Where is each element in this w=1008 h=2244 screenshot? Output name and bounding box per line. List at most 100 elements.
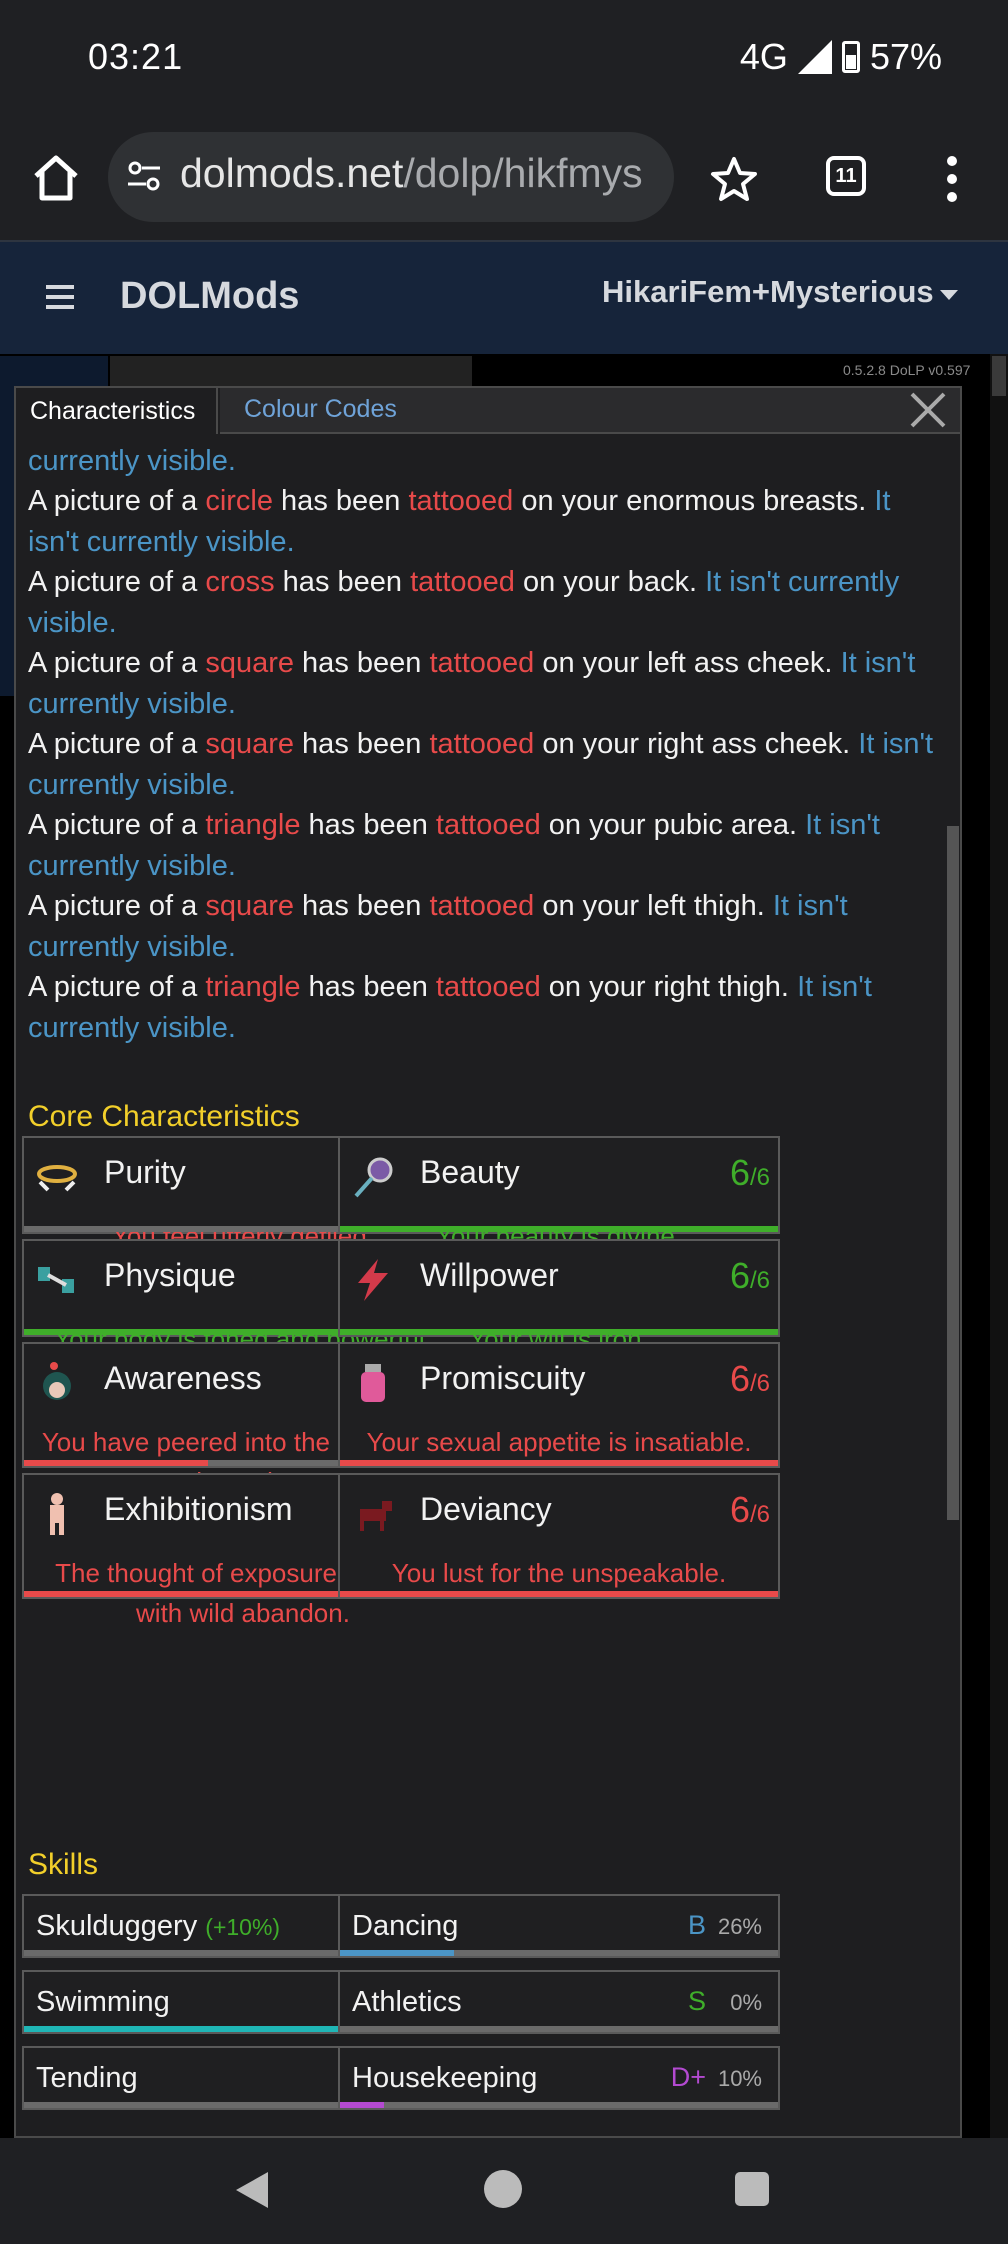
tab-colour-codes[interactable]: Colour Codes: [220, 388, 960, 434]
page-scrollbar-thumb[interactable]: [992, 356, 1006, 396]
tattoo-pre: A picture of a: [28, 566, 206, 598]
tattoo-mid1: has been: [300, 809, 436, 841]
characteristic-name: Promiscuity: [420, 1360, 586, 1396]
tattoo-shape: cross: [205, 566, 275, 598]
girl-portrait-icon: [34, 1360, 80, 1406]
hand-mirror-icon: [350, 1154, 396, 1200]
characteristic-card: Deviancy 6/6 You lust for the unspeakable.: [338, 1473, 780, 1599]
skill-name-wrap: Skulduggery (+10%): [36, 1910, 280, 1943]
battery-icon: [841, 41, 860, 73]
tattoo-mid1: has been: [300, 971, 436, 1003]
more-vert-icon[interactable]: [946, 155, 958, 203]
chevron-down-icon[interactable]: [940, 290, 958, 300]
characteristic-name: Exhibitionism: [104, 1491, 293, 1527]
tattoo-line: A picture of a cross has been tattooed o…: [28, 562, 946, 643]
skill-progress-percent: 26%: [717, 1914, 762, 1939]
tattoo-mid2: on your left thigh.: [534, 890, 773, 922]
hamburger-menu-icon[interactable]: [46, 284, 74, 310]
page-scrollbar[interactable]: [990, 354, 1008, 2138]
characteristic-max: /6: [749, 1267, 770, 1294]
characteristic-level: 6: [729, 1489, 750, 1530]
characteristic-description: You lust for the unspeakable.: [391, 1558, 727, 1588]
tattoo-verb: tattooed: [435, 971, 541, 1003]
tattoo-verb: tattooed: [429, 647, 535, 679]
characteristic-value: 6/6: [730, 1358, 770, 1400]
characteristic-max: /6: [749, 1370, 770, 1397]
tattoo-shape: circle: [205, 485, 273, 517]
characteristic-name: Deviancy: [420, 1491, 552, 1527]
tattoo-mid2: on your right ass cheek.: [534, 728, 859, 760]
bookmark-star-icon[interactable]: [710, 155, 758, 203]
tattoo-mid1: has been: [294, 890, 430, 922]
tattoo-pre: A picture of a: [28, 809, 206, 841]
skill-name: Swimming: [36, 1986, 170, 2018]
skill-row[interactable]: Dancing B 26%: [338, 1894, 780, 1958]
characteristic-bar: [340, 1329, 778, 1335]
skill-name-wrap: Swimming: [36, 1986, 170, 2019]
back-icon[interactable]: [236, 2172, 268, 2208]
characteristic-bar: [340, 1460, 778, 1466]
overlay-content: A picture of a circle has been tattooed …: [16, 436, 946, 2136]
signal-icon: [797, 40, 832, 74]
characteristic-value: 6/6: [730, 1489, 770, 1531]
characteristic-bar-fill: [24, 1460, 208, 1466]
close-icon[interactable]: [906, 390, 950, 432]
characteristic-name: Purity: [104, 1154, 186, 1190]
beast-icon: [350, 1491, 396, 1537]
tattoo-mid1: has been: [273, 485, 409, 517]
skill-progress-fill: [340, 1950, 454, 1956]
characteristic-level: 6: [729, 1152, 750, 1193]
tattoo-pre: A picture of a: [28, 647, 206, 679]
skill-grade: B: [687, 1910, 706, 1940]
characteristic-bar: [340, 1591, 778, 1597]
mod-selector[interactable]: HikariFem+Mysterious: [602, 274, 934, 310]
skill-name-wrap: Tending: [36, 2062, 138, 2095]
tattoo-pre: A picture of a: [28, 485, 206, 517]
overlay-scrollbar-thumb[interactable]: [947, 826, 959, 1520]
skill-row[interactable]: Housekeeping D+ 10%: [338, 2046, 780, 2110]
tab-characteristics[interactable]: Characteristics: [16, 388, 218, 434]
tattoo-pre: A picture of a: [28, 728, 206, 760]
skill-grade: D+: [670, 2062, 706, 2092]
tattoo-mid2: on your enormous breasts.: [513, 485, 875, 517]
tattoo-shape: square: [205, 728, 294, 760]
characteristic-bar-fill: [340, 1226, 778, 1232]
skill-grade: S: [687, 1986, 706, 2016]
tab-switcher-button[interactable]: 11: [826, 156, 866, 196]
nav-home-icon[interactable]: [484, 2170, 522, 2208]
site-settings-icon[interactable]: [126, 158, 162, 194]
tattoo-shape: triangle: [205, 971, 301, 1003]
characteristic-name: Awareness: [104, 1360, 262, 1396]
recents-icon[interactable]: [735, 2172, 769, 2206]
home-icon[interactable]: [30, 152, 82, 204]
skill-name-wrap: Housekeeping: [352, 2062, 537, 2095]
skill-progress-bar: [340, 1950, 778, 1956]
skills-title: Skills: [28, 1848, 99, 1881]
url-path: /dolp/hikfmys: [403, 150, 643, 196]
skill-progress-fill: [340, 2102, 384, 2108]
url-text[interactable]: dolmods.net/dolp/hikfmys: [180, 150, 643, 197]
tattoo-mid1: has been: [294, 647, 430, 679]
characteristic-description: Your sexual appetite is insatiable.: [366, 1427, 752, 1457]
status-indicators: 4G 57%: [740, 36, 942, 78]
tattoo-mid1: has been: [294, 728, 430, 760]
skill-progress-percent: 0%: [730, 1990, 762, 2015]
tattoo-verb: tattooed: [429, 728, 535, 760]
characteristic-bar-fill: [340, 1591, 778, 1597]
skill-name-wrap: Dancing: [352, 1910, 458, 1943]
nude-figure-icon: [34, 1491, 80, 1537]
tattoo-mid2: on your right thigh.: [540, 971, 798, 1003]
battery-level: 57%: [869, 36, 942, 77]
tattoo-verb: tattooed: [410, 566, 515, 598]
site-name[interactable]: DOLMods: [120, 275, 299, 318]
tattoo-shape: square: [205, 890, 294, 922]
tattoo-line: A picture of a square has been tattooed …: [28, 886, 946, 967]
skill-name: Housekeeping: [352, 2062, 538, 2094]
skill-row[interactable]: Athletics S 0%: [338, 1970, 780, 2034]
tattoo-shape: triangle: [205, 809, 301, 841]
tattoo-line: A picture of a circle has been tattooed …: [28, 481, 946, 562]
skill-name: Athletics: [352, 1986, 462, 2018]
lightning-icon: [350, 1257, 396, 1303]
skill-progress-bar: [340, 2026, 778, 2032]
tattoo-list: A picture of a circle has been tattooed …: [28, 436, 946, 1048]
